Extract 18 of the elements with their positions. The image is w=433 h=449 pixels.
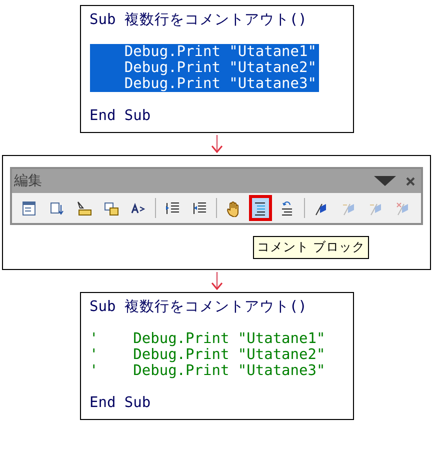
comment-line: ' Debug.Print "Utatane3" bbox=[90, 363, 326, 379]
comment-line: ' Debug.Print "Utatane1" bbox=[90, 331, 326, 347]
down-arrow bbox=[210, 135, 222, 153]
code-line: Sub 複数行をコメントアウト() bbox=[90, 12, 307, 28]
toolbar-button[interactable] bbox=[249, 195, 272, 221]
toolbar-title: 編集 bbox=[14, 172, 43, 190]
code-line: Sub 複数行をコメントアウト() bbox=[90, 299, 307, 315]
list-arrow-icon bbox=[48, 200, 66, 216]
code-line: End Sub bbox=[90, 108, 151, 124]
close-icon[interactable] bbox=[406, 176, 415, 186]
code-line: End Sub bbox=[90, 395, 151, 411]
down-arrow bbox=[210, 272, 222, 290]
comment-line: ' Debug.Print "Utatane2" bbox=[90, 347, 326, 363]
indent-icon bbox=[164, 200, 181, 216]
tooltip: コメント ブロック bbox=[253, 236, 369, 259]
list-icon bbox=[21, 200, 38, 216]
outdent-icon bbox=[190, 200, 208, 216]
dropdown-icon[interactable] bbox=[374, 176, 396, 186]
